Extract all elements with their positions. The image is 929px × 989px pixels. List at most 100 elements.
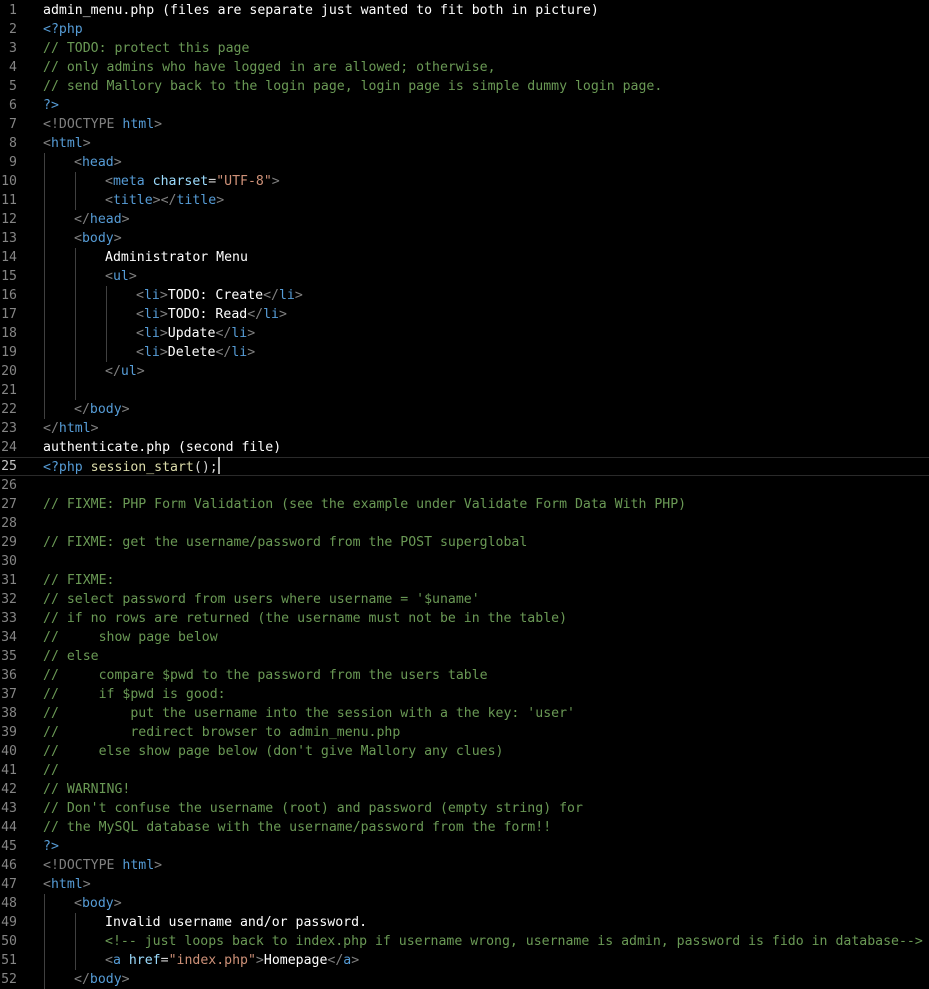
code-editor[interactable]: 1 admin_menu.php (files are separate just… [0,1,929,989]
code-text: <li>Delete</li> [136,343,255,362]
line-number: 41 [1,763,17,778]
line-number: 44 [1,820,17,835]
code-line[interactable]: 13 <body> [0,229,929,248]
line-number: 13 [1,231,17,246]
code-text: // [43,761,59,780]
code-line[interactable]: 33 // if no rows are returned (the userna… [0,609,929,628]
code-line[interactable]: 31 // FIXME: [0,571,929,590]
code-line[interactable]: 27 // FIXME: PHP Form Validation (see the… [0,495,929,514]
code-text: <body> [74,894,122,913]
code-line[interactable]: 34 // show page below [0,628,929,647]
code-line[interactable]: 38 // put the username into the session w… [0,704,929,723]
code-line[interactable]: 18 <li>Update</li> [0,324,929,343]
code-line[interactable]: 44 // the MySQL database with the usernam… [0,818,929,837]
code-text: <?php [43,20,83,39]
code-line[interactable]: 8 <html> [0,134,929,153]
code-line[interactable]: 42 // WARNING! [0,780,929,799]
code-line[interactable]: 36 // compare $pwd to the password from t… [0,666,929,685]
code-line[interactable]: 20 </ul> [0,362,929,381]
line-number: 30 [1,554,17,569]
code-token: </ [105,364,121,379]
line-number: 10 [1,174,17,189]
code-line[interactable]: 12 </head> [0,210,929,229]
code-line[interactable]: 22 </body> [0,400,929,419]
code-token: href [128,953,161,968]
indent-guide [44,172,45,191]
code-line[interactable]: 11 <title></title> [0,191,929,210]
code-line[interactable]: 24 authenticate.php (second file) [0,438,929,457]
code-token: > [113,155,122,170]
code-line[interactable]: 15 <ul> [0,267,929,286]
code-text: ?> [43,96,59,115]
code-line[interactable]: 48 <body> [0,894,929,913]
code-line[interactable]: 39 // redirect browser to admin_menu.php [0,723,929,742]
code-line[interactable]: 5 // send Mallory back to the login page,… [0,77,929,96]
code-line[interactable]: 19 <li>Delete</li> [0,343,929,362]
code-text: authenticate.php (second file) [43,438,281,457]
code-line[interactable]: 7 <!DOCTYPE html> [0,115,929,134]
code-line[interactable]: 3 // TODO: protect this page [0,39,929,58]
indent-guide [75,343,76,362]
code-line[interactable]: 43 // Don't confuse the username (root) a… [0,799,929,818]
code-line[interactable]: 47 <html> [0,875,929,894]
code-line[interactable]: 32 // select password from users where us… [0,590,929,609]
code-line[interactable]: 41 // [0,761,929,780]
code-line[interactable]: 29 // FIXME: get the username/password fr… [0,533,929,552]
line-number: 33 [1,611,17,626]
code-token: < [74,896,82,911]
code-line[interactable]: 25 <?php session_start(); [0,457,929,476]
code-token: > [159,288,168,303]
code-token: > [82,136,91,151]
code-token: ul [120,364,137,379]
code-line[interactable]: 51 <a href="index.php">Homepage</a> [0,951,929,970]
code-text: // else [43,647,99,666]
code-line[interactable]: 45 ?> [0,837,929,856]
line-number: 45 [1,839,17,854]
code-text: </head> [74,210,130,229]
line-number: 36 [1,668,17,683]
code-line[interactable]: 2 <?php [0,20,929,39]
line-number: 21 [1,383,17,398]
code-line[interactable]: 14 Administrator Menu [0,248,929,267]
code-line[interactable]: 49 Invalid username and/or password. [0,913,929,932]
code-line[interactable]: 52 </body> [0,970,929,989]
code-line[interactable]: 21 [0,381,929,400]
code-line[interactable]: 1 admin_menu.php (files are separate just… [0,1,929,20]
code-line[interactable]: 10 <meta charset="UTF-8"> [0,172,929,191]
code-token: > [255,953,264,968]
line-number: 38 [1,706,17,721]
code-line[interactable]: 35 // else [0,647,929,666]
indent-guide [44,153,45,172]
code-token: > [159,326,168,341]
code-token: <!DOCTYPE [43,858,123,873]
code-line[interactable]: 16 <li>TODO: Create</li> [0,286,929,305]
code-line[interactable]: 28 [0,514,929,533]
code-token: li [231,326,248,341]
indent-guide [44,324,45,343]
line-number: 48 [1,896,17,911]
code-token: > [159,307,168,322]
line-number: 9 [9,155,17,170]
code-text: // the MySQL database with the username/… [43,818,551,837]
code-line[interactable]: 30 [0,552,929,571]
code-line[interactable]: 50 <!-- just loops back to index.php if u… [0,932,929,951]
code-line[interactable]: 40 // else show page below (don't give Ma… [0,742,929,761]
code-text: // compare $pwd to the password from the… [43,666,488,685]
line-number: 6 [9,98,17,113]
code-token: > [90,421,99,436]
code-line[interactable]: 46 <!DOCTYPE html> [0,856,929,875]
code-token: // FIXME: get the username/password from… [43,535,528,550]
code-line[interactable]: 37 // if $pwd is good: [0,685,929,704]
code-line[interactable]: 4 // only admins who have logged in are a… [0,58,929,77]
code-line[interactable]: 26 [0,476,929,495]
code-token: > [121,972,130,987]
line-number: 39 [1,725,17,740]
code-line[interactable]: 17 <li>TODO: Read</li> [0,305,929,324]
code-line[interactable]: 23 </html> [0,419,929,438]
code-line[interactable]: 6 ?> [0,96,929,115]
indent-guide [44,381,45,400]
code-token: body [81,231,114,246]
code-text: <meta charset="UTF-8"> [105,172,280,191]
code-token: body [89,972,122,987]
code-line[interactable]: 9 <head> [0,153,929,172]
